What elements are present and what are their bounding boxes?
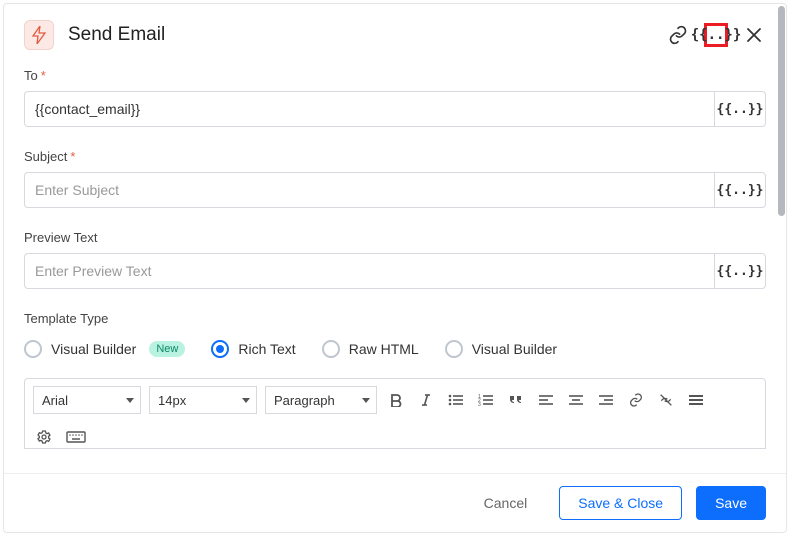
save-close-button[interactable]: Save & Close xyxy=(559,486,682,520)
radio-rich-text[interactable]: Rich Text xyxy=(211,340,295,358)
radio-label: Raw HTML xyxy=(349,341,419,357)
field-template-type: Template Type Visual Builder New Rich Te… xyxy=(24,311,766,358)
svg-text:3: 3 xyxy=(478,402,481,407)
to-token-button[interactable]: {{..}} xyxy=(714,91,766,127)
field-to: To* {{..}} xyxy=(24,68,766,127)
field-subject: Subject* {{..}} xyxy=(24,149,766,208)
subject-input[interactable] xyxy=(24,172,714,208)
radio-raw-html[interactable]: Raw HTML xyxy=(322,340,419,358)
template-type-options: Visual Builder New Rich Text Raw HTML Vi… xyxy=(24,340,766,358)
modal-body: To* {{..}} Subject* {{..}} Preview Text xyxy=(4,60,786,473)
field-subject-label: Subject* xyxy=(24,149,766,164)
scrollbar-track[interactable] xyxy=(777,4,786,532)
radio-label: Rich Text xyxy=(238,341,295,357)
token-picker-header-button[interactable]: {{..}} xyxy=(704,23,728,47)
save-button[interactable]: Save xyxy=(696,486,766,520)
bold-icon[interactable] xyxy=(385,389,407,411)
lightning-icon xyxy=(24,20,54,50)
more-format-icon[interactable] xyxy=(685,389,707,411)
scrollbar-thumb[interactable] xyxy=(778,6,785,216)
ordered-list-icon[interactable]: 123 xyxy=(475,389,497,411)
cancel-button[interactable]: Cancel xyxy=(466,487,546,519)
radio-label: Visual Builder xyxy=(472,341,557,357)
radio-circle-icon xyxy=(322,340,340,358)
to-input[interactable] xyxy=(24,91,714,127)
block-format-select[interactable]: Paragraph xyxy=(265,386,377,414)
modal-footer: Cancel Save & Close Save xyxy=(4,473,786,532)
radio-label: Visual Builder xyxy=(51,341,136,357)
field-preview-label: Preview Text xyxy=(24,230,766,245)
radio-dot-icon xyxy=(216,345,224,353)
align-center-icon[interactable] xyxy=(565,389,587,411)
field-to-label: To* xyxy=(24,68,766,83)
subject-token-button[interactable]: {{..}} xyxy=(714,172,766,208)
unlink-icon[interactable] xyxy=(655,389,677,411)
align-right-icon[interactable] xyxy=(595,389,617,411)
modal-header: Send Email {{..}} xyxy=(4,4,786,60)
keyboard-icon[interactable] xyxy=(65,426,87,448)
close-icon[interactable] xyxy=(742,23,766,47)
link-icon[interactable] xyxy=(666,23,690,47)
header-actions: {{..}} xyxy=(666,23,766,47)
radio-visual-builder[interactable]: Visual Builder xyxy=(445,340,557,358)
radio-circle-icon xyxy=(24,340,42,358)
modal-title: Send Email xyxy=(68,24,666,46)
align-left-icon[interactable] xyxy=(535,389,557,411)
radio-circle-icon xyxy=(211,340,229,358)
field-preview: Preview Text {{..}} xyxy=(24,230,766,289)
radio-circle-icon xyxy=(445,340,463,358)
radio-visual-builder-new[interactable]: Visual Builder New xyxy=(24,340,185,358)
preview-input[interactable] xyxy=(24,253,714,289)
font-family-select[interactable]: Arial xyxy=(33,386,141,414)
new-badge: New xyxy=(149,341,185,357)
italic-icon[interactable] xyxy=(415,389,437,411)
insert-link-icon[interactable] xyxy=(625,389,647,411)
send-email-modal: Send Email {{..}} To* {{..}} xyxy=(3,3,787,533)
blockquote-icon[interactable] xyxy=(505,389,527,411)
rich-text-toolbar: Arial 14px Paragraph 123 xyxy=(24,378,766,449)
preview-token-button[interactable]: {{..}} xyxy=(714,253,766,289)
field-template-type-label: Template Type xyxy=(24,311,766,326)
font-size-select[interactable]: 14px xyxy=(149,386,257,414)
unordered-list-icon[interactable] xyxy=(445,389,467,411)
settings-gear-icon[interactable] xyxy=(33,426,55,448)
